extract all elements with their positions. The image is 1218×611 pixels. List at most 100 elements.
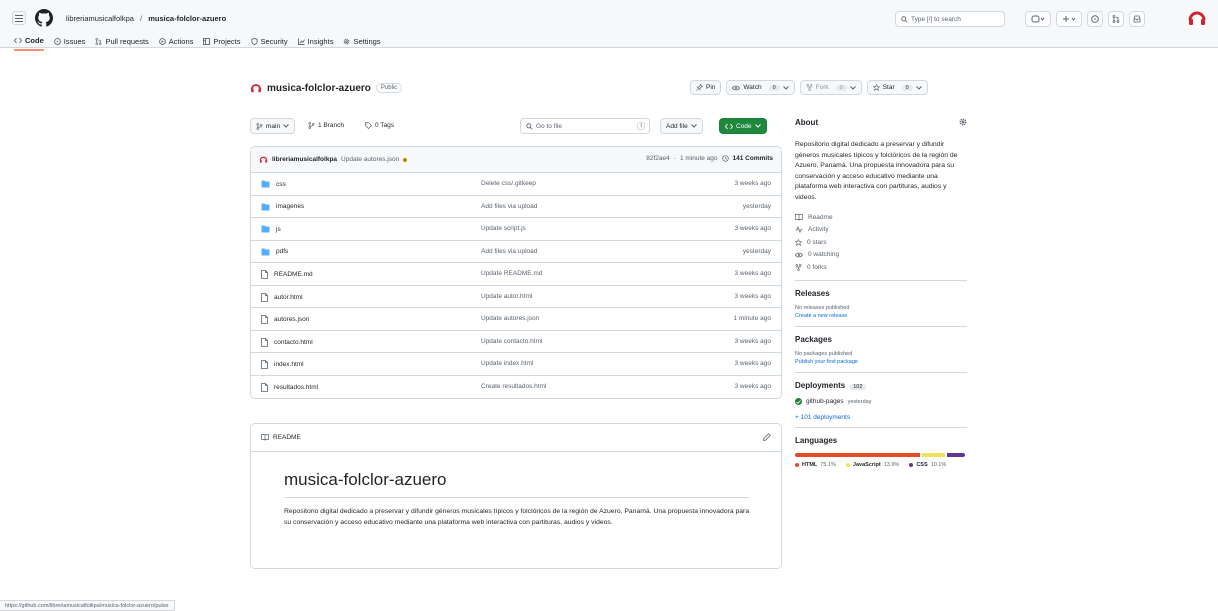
file-commit-message[interactable]: Update README.md xyxy=(481,270,542,277)
file-name[interactable]: index.html xyxy=(274,361,304,368)
go-to-file-placeholder: Go to file xyxy=(536,122,563,130)
pin-button[interactable]: Pin xyxy=(690,80,722,95)
stars-link[interactable]: 0 stars xyxy=(795,236,967,249)
gear-icon[interactable] xyxy=(959,118,967,126)
file-commit-message[interactable]: Update autores.json xyxy=(481,315,539,322)
file-name[interactable]: autor.html xyxy=(274,294,303,301)
table-row[interactable]: js Update script.js 3 weeks ago xyxy=(251,218,781,241)
create-release-link[interactable]: Create a new release xyxy=(795,312,967,320)
file-name[interactable]: imagenes xyxy=(276,203,304,210)
fork-button[interactable]: Fork 0 xyxy=(799,80,862,95)
tab-security[interactable]: Security xyxy=(250,36,288,51)
table-row[interactable]: contacto.html Update contacto.html 3 weeks… xyxy=(251,331,781,353)
code-button[interactable]: Code xyxy=(719,118,767,134)
more-deployments-link[interactable]: + 101 deployments xyxy=(795,414,967,421)
branches-link[interactable]: 1 Branch xyxy=(308,122,344,129)
pencil-icon[interactable] xyxy=(763,433,771,441)
commits-link[interactable]: 141 Commits xyxy=(733,155,773,162)
language-legend-item[interactable]: JavaScript 13.9% xyxy=(845,462,899,468)
add-file-label: Add file xyxy=(666,122,688,130)
watch-button[interactable]: Watch 0 xyxy=(726,80,795,95)
deployments-title[interactable]: Deployments xyxy=(795,381,845,390)
repo-sidebar: About Repositorio digital dedicado a pre… xyxy=(795,118,967,468)
file-commit-message[interactable]: Update autor.html xyxy=(481,293,532,300)
code-label: Code xyxy=(736,122,752,130)
watchers-link[interactable]: 0 watching xyxy=(795,249,967,262)
table-row[interactable]: autor.html Update autor.html 3 weeks ago xyxy=(251,286,781,308)
table-row[interactable]: autores.json Update autores.json 1 minute … xyxy=(251,308,781,331)
star-button[interactable]: Star 0 xyxy=(866,80,928,95)
file-commit-message[interactable]: Create resultados.html xyxy=(481,383,546,390)
file-commit-message[interactable]: Delete css/.gitkeep xyxy=(481,180,536,187)
commit-message[interactable]: Update autores.json xyxy=(341,156,399,163)
chevron-down-icon xyxy=(782,85,789,90)
tab-actions[interactable]: Actions xyxy=(158,36,193,51)
tab-projects[interactable]: Projects xyxy=(203,36,241,51)
readme-link[interactable]: Readme xyxy=(795,211,967,224)
file-name[interactable]: css xyxy=(276,181,286,188)
table-row[interactable]: imagenes Add files via upload yesterday xyxy=(251,196,781,218)
file-name[interactable]: contacto.html xyxy=(274,339,313,346)
file-commit-message[interactable]: Update contacto.html xyxy=(481,338,542,345)
status-dot-icon[interactable] xyxy=(403,157,408,162)
branch-icon xyxy=(256,122,263,130)
breadcrumb-owner[interactable]: libreriamusicalfolkpa xyxy=(66,14,134,23)
breadcrumb-repo[interactable]: musica-folclor-azuero xyxy=(148,14,226,23)
readme-tab[interactable]: README xyxy=(261,434,301,441)
table-row[interactable]: pdfs Add files via upload yesterday xyxy=(251,241,781,263)
repo-name[interactable]: musica-folclor-azuero xyxy=(267,83,371,94)
file-commit-message[interactable]: Update index.html xyxy=(481,360,533,367)
search-input[interactable]: Type [/] to search xyxy=(895,11,1005,27)
language-legend-item[interactable]: CSS 10.1% xyxy=(909,462,946,468)
table-row[interactable]: README.md Update README.md 3 weeks ago xyxy=(251,263,781,286)
table-row[interactable]: index.html Update index.html 3 weeks ago xyxy=(251,353,781,376)
tab-pull-requests[interactable]: Pull requests xyxy=(95,36,149,51)
language-legend-item[interactable]: HTML 75.1% xyxy=(795,462,836,468)
user-avatar[interactable] xyxy=(1187,8,1207,28)
file-name[interactable]: resultados.html xyxy=(274,384,318,391)
table-row[interactable]: css Delete css/.gitkeep 3 weeks ago xyxy=(251,173,781,196)
file-commit-message[interactable]: Add files via upload xyxy=(481,203,537,210)
tags-link[interactable]: 0 Tags xyxy=(365,122,394,129)
file-name[interactable]: js xyxy=(276,226,281,233)
readme-title: musica-folclor-azuero xyxy=(284,470,447,489)
divider xyxy=(795,426,967,428)
tab-issues[interactable]: Issues xyxy=(53,36,86,51)
deployments-header: Deployments 102 xyxy=(795,381,967,390)
about-title: About xyxy=(795,118,819,127)
file-name[interactable]: autores.json xyxy=(274,316,309,323)
create-new-button[interactable] xyxy=(1056,11,1082,27)
github-logo-icon[interactable] xyxy=(35,9,53,27)
code-icon xyxy=(725,123,733,130)
folder-icon xyxy=(261,225,270,233)
issues-icon[interactable] xyxy=(1087,11,1103,27)
add-file-button[interactable]: Add file xyxy=(660,118,703,134)
inbox-icon[interactable] xyxy=(1129,11,1145,27)
commit-author[interactable]: libreriamusicalfolkpa xyxy=(272,156,337,163)
packages-title[interactable]: Packages xyxy=(795,335,967,344)
file-commit-message[interactable]: Add files via upload xyxy=(481,248,537,255)
releases-title[interactable]: Releases xyxy=(795,289,967,298)
file-icon xyxy=(261,382,268,392)
pulse-icon xyxy=(795,226,803,234)
tab-code[interactable]: Code xyxy=(14,36,44,51)
tab-settings[interactable]: Settings xyxy=(343,36,381,51)
publish-package-link[interactable]: Publish your first package xyxy=(795,358,967,366)
tab-label: Issues xyxy=(63,37,86,46)
commit-hash[interactable]: 82f2ae4 xyxy=(646,155,670,162)
deployment-item[interactable]: github-pages yesterday xyxy=(795,398,967,406)
forks-link[interactable]: 0 forks xyxy=(795,261,967,274)
file-commit-date: 3 weeks ago xyxy=(734,360,772,367)
file-name[interactable]: pdfs xyxy=(276,248,288,255)
table-row[interactable]: resultados.html Create resultados.html 3 w… xyxy=(251,376,781,399)
tab-insights[interactable]: Insights xyxy=(297,36,333,51)
pull-requests-icon[interactable] xyxy=(1108,11,1124,27)
branch-selector[interactable]: main xyxy=(250,118,296,134)
go-to-file-input[interactable]: Go to file t xyxy=(520,118,650,134)
file-commit-message[interactable]: Update script.js xyxy=(481,225,526,232)
copilot-button[interactable] xyxy=(1025,11,1051,27)
activity-link[interactable]: Activity xyxy=(795,224,967,237)
menu-icon[interactable] xyxy=(12,11,26,25)
language-bar-segment xyxy=(946,452,965,457)
file-name[interactable]: README.md xyxy=(274,271,313,278)
